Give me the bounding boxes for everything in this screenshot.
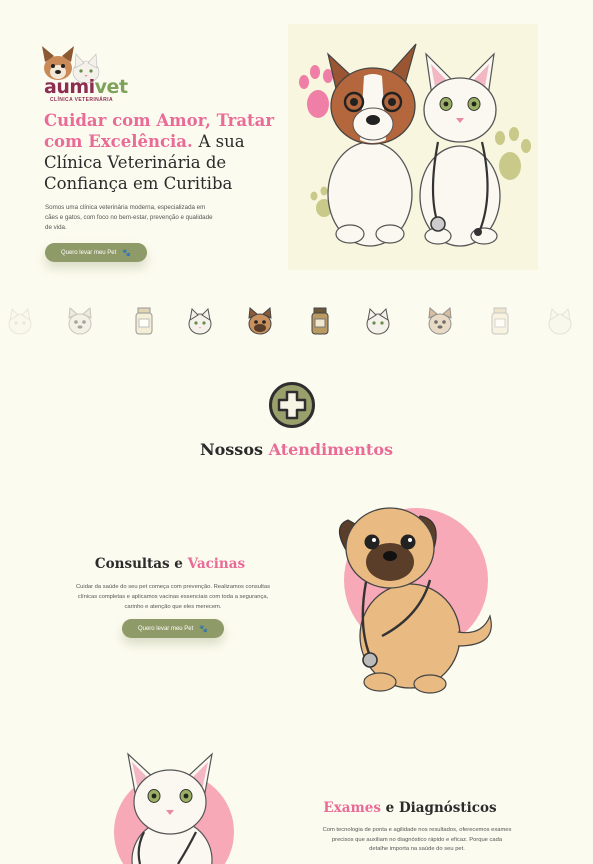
pet-icon-strip (0, 306, 593, 342)
dog-icon (428, 306, 452, 335)
cat-icon (366, 307, 390, 335)
medical-cross-icon (269, 382, 315, 428)
hero-cta-button[interactable]: Quero levar meu Pet 🐾 (45, 243, 147, 262)
paw-icon: 🐾 (199, 625, 209, 633)
medicine-bottle-icon (491, 307, 509, 335)
exames-description: Com tecnologia de ponta e agilidade nos … (322, 827, 512, 852)
hero-description: Somos uma clínica veterinária moderna, e… (45, 204, 213, 231)
medicine-bottle-icon (311, 307, 329, 335)
logo-wordmark[interactable]: aumivet (44, 76, 128, 98)
consultas-title: Consultas e Vacinas (94, 556, 246, 572)
hero-title: Cuidar com Amor, Tratar com Excelência. … (44, 110, 284, 194)
consultas-cta-label: Quero levar meu Pet (137, 625, 194, 632)
services-section-title: Nossos Atendimentos (200, 440, 393, 459)
consultas-description: Cuidar da saúde do seu pet começa com pr… (76, 584, 270, 610)
logo-tagline: CLÍNICA VETERINÁRIA (50, 97, 113, 103)
medicine-bottle-icon (135, 307, 153, 335)
hero-dog-cat-illustration (288, 24, 538, 270)
cat-icon (548, 307, 572, 335)
exames-title: Exames e Diagnósticos (323, 800, 497, 816)
cat-icon (8, 307, 32, 335)
hero-cta-label: Quero levar meu Pet (60, 249, 117, 256)
cat-stethoscope-illustration (114, 752, 234, 864)
cat-icon (188, 307, 212, 335)
dog-icon (68, 306, 92, 335)
pug-stethoscope-illustration (338, 507, 492, 694)
dog-icon (248, 306, 272, 335)
consultas-cta-button[interactable]: Quero levar meu Pet 🐾 (122, 619, 224, 638)
paw-icon: 🐾 (122, 249, 132, 257)
